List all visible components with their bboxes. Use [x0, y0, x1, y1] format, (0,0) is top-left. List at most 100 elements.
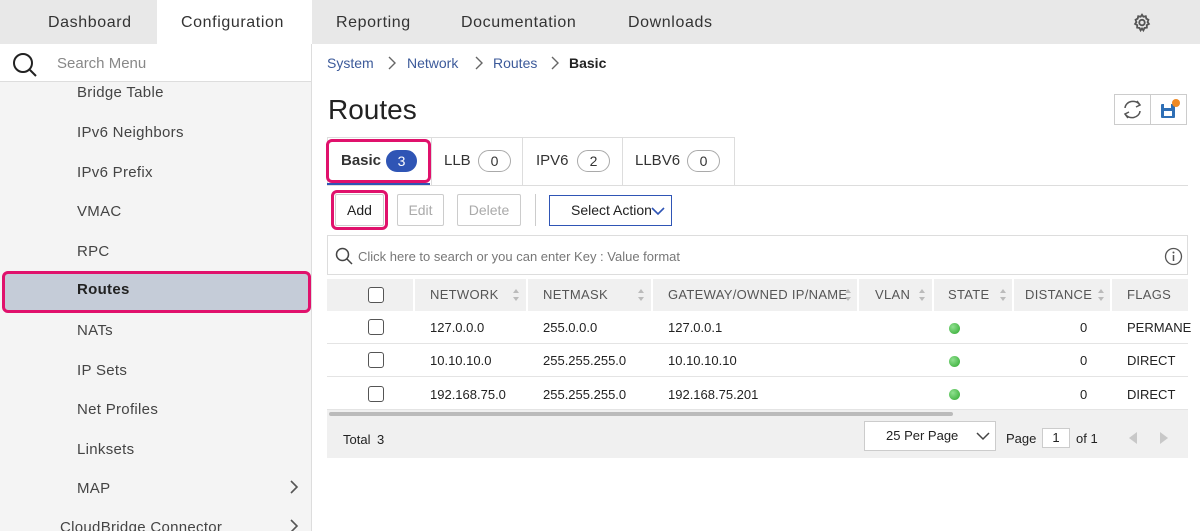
scrollbar-thumb[interactable]: [329, 412, 953, 416]
column-distance[interactable]: DISTANCE: [1025, 279, 1092, 311]
divider: [651, 279, 653, 311]
refresh-button[interactable]: [1114, 94, 1151, 125]
sidebar-item-label: Routes: [77, 281, 130, 298]
add-highlight: [331, 190, 388, 230]
row-checkbox[interactable]: [368, 352, 384, 368]
refresh-icon: [1123, 100, 1142, 119]
sidebar-item-label: VMAC: [77, 203, 122, 220]
total-count: 3: [377, 432, 385, 447]
page-input[interactable]: 1: [1042, 428, 1070, 448]
total-label: Total: [343, 432, 371, 447]
select-action-label: Select Action: [571, 202, 652, 218]
row-checkbox[interactable]: [368, 319, 384, 335]
tab-label: IPV6: [536, 152, 569, 169]
cell-flags: PERMANE: [1127, 320, 1192, 335]
chevron-down-icon: [976, 432, 990, 441]
cell-netmask: 255.0.0.0: [543, 320, 598, 335]
sidebar-item-label: IPv6 Prefix: [77, 164, 153, 181]
sidebar-item-routes[interactable]: Routes: [2, 271, 311, 313]
chevron-right-icon: [551, 56, 559, 70]
column-flags[interactable]: FLAGS: [1127, 279, 1171, 311]
cell-distance: 0: [1080, 320, 1088, 335]
tab-llbv6[interactable]: LLBV6 0: [623, 137, 735, 185]
save-config-button[interactable]: [1150, 94, 1187, 125]
status-up-icon: [949, 389, 960, 400]
page-title: Routes: [328, 94, 417, 125]
row-checkbox[interactable]: [368, 386, 384, 402]
sort-icon[interactable]: [1098, 289, 1104, 301]
divider: [526, 279, 528, 311]
tab-reporting[interactable]: Reporting: [336, 0, 411, 44]
cell-distance: 0: [1080, 353, 1088, 368]
tab-ipv6[interactable]: IPV6 2: [523, 137, 622, 185]
divider: [413, 279, 415, 311]
tab-dashboard[interactable]: Dashboard: [0, 0, 157, 44]
info-icon[interactable]: [1164, 247, 1183, 266]
menu-search[interactable]: Search Menu: [0, 44, 311, 82]
sidebar-item-net-profiles[interactable]: Net Profiles: [0, 392, 311, 428]
sidebar-item-rpc[interactable]: RPC: [0, 234, 311, 270]
tab-documentation[interactable]: Documentation: [461, 0, 576, 44]
page-total: of 1: [1076, 431, 1098, 446]
sidebar-item-linksets[interactable]: Linksets: [0, 432, 311, 468]
sidebar-item-label: MAP: [77, 480, 111, 497]
next-page-icon[interactable]: [1158, 431, 1170, 445]
breadcrumb-basic: Basic: [569, 55, 607, 71]
tab-highlight: [326, 139, 431, 183]
search-input[interactable]: Click here to search or you can enter Ke…: [327, 235, 1188, 275]
sidebar-item-nats[interactable]: NATs: [0, 313, 311, 349]
count-badge: 0: [478, 150, 511, 172]
sidebar-item-ipv6-prefix[interactable]: IPv6 Prefix: [0, 155, 311, 191]
divider: [535, 194, 536, 226]
tab-llb[interactable]: LLB 0: [432, 137, 522, 185]
count-badge: 0: [687, 150, 720, 172]
sort-icon[interactable]: [1000, 289, 1006, 301]
horizontal-scrollbar[interactable]: [327, 410, 1188, 418]
tab-configuration[interactable]: Configuration: [157, 0, 312, 44]
select-action-dropdown[interactable]: Select Action: [549, 195, 672, 226]
sort-icon[interactable]: [513, 289, 519, 301]
column-gateway[interactable]: GATEWAY/OWNED IP/NAME: [668, 279, 847, 311]
column-state[interactable]: STATE: [948, 279, 989, 311]
column-vlan[interactable]: VLAN: [875, 279, 910, 311]
sort-icon[interactable]: [919, 289, 925, 301]
breadcrumb-routes[interactable]: Routes: [493, 55, 537, 71]
sidebar-item-map[interactable]: MAP: [0, 471, 311, 507]
top-navigation: Dashboard Configuration Reporting Docume…: [0, 0, 1200, 44]
sort-icon[interactable]: [638, 289, 644, 301]
count-badge: 2: [577, 150, 610, 172]
sidebar-item-ipv6-neighbors[interactable]: IPv6 Neighbors: [0, 115, 311, 151]
tab-downloads[interactable]: Downloads: [628, 0, 713, 44]
sidebar-item-cloudbridge-connector[interactable]: CloudBridge Connector: [0, 510, 311, 531]
cell-network: 10.10.10.0: [430, 353, 492, 368]
sidebar-item-label: CloudBridge Connector: [60, 519, 223, 531]
edit-button[interactable]: Edit: [397, 194, 444, 226]
chevron-right-icon: [290, 480, 299, 494]
chevron-right-icon: [388, 56, 396, 70]
per-page-label: 25 Per Page: [886, 428, 959, 443]
column-netmask[interactable]: NETMASK: [543, 279, 608, 311]
breadcrumb-system[interactable]: System: [327, 55, 374, 71]
sidebar-item-ip-sets[interactable]: IP Sets: [0, 353, 311, 389]
sort-icon[interactable]: [845, 289, 851, 301]
breadcrumb-network[interactable]: Network: [407, 55, 458, 71]
cell-gateway: 127.0.0.1: [668, 320, 723, 335]
delete-button[interactable]: Delete: [457, 194, 521, 226]
save-icon: [1161, 99, 1180, 118]
select-all-checkbox[interactable]: [368, 287, 384, 303]
sidebar-item-bridge-table[interactable]: Bridge Table: [0, 82, 311, 118]
chevron-down-icon: [651, 207, 665, 216]
sidebar-item-vmac[interactable]: VMAC: [0, 194, 311, 230]
column-network[interactable]: NETWORK: [430, 279, 499, 311]
chevron-right-icon: [290, 519, 299, 531]
prev-page-icon[interactable]: [1127, 431, 1139, 445]
cell-network: 192.168.75.0: [430, 387, 506, 402]
page-label: Page: [1006, 431, 1037, 446]
chevron-right-icon: [475, 56, 483, 70]
cell-flags: DIRECT: [1127, 353, 1176, 368]
gear-icon[interactable]: [1131, 12, 1153, 34]
divider: [1012, 279, 1014, 311]
divider: [857, 279, 859, 311]
per-page-select[interactable]: 25 Per Page: [864, 421, 996, 451]
cell-network: 127.0.0.0: [430, 320, 485, 335]
